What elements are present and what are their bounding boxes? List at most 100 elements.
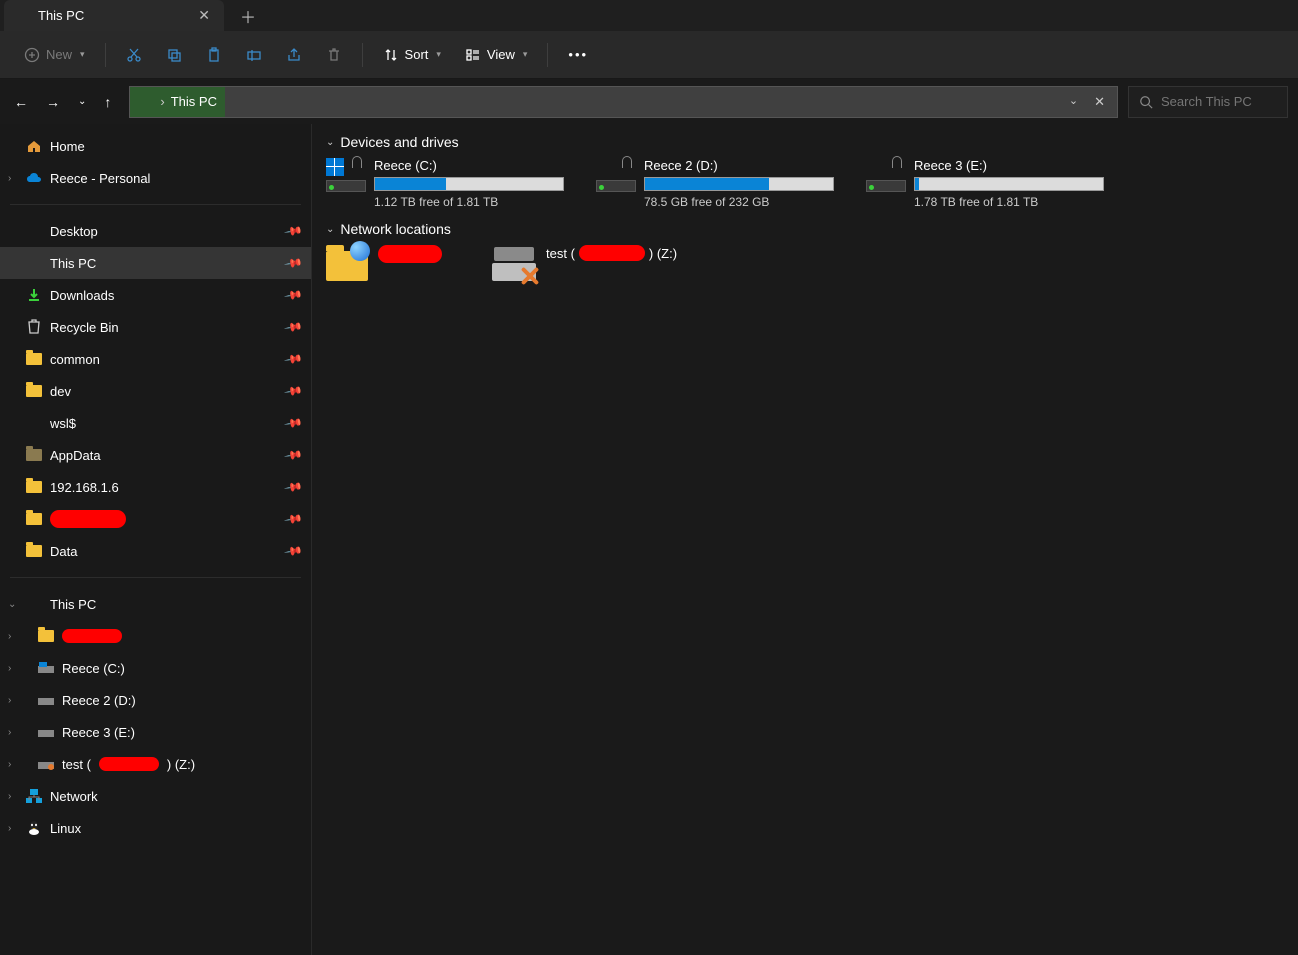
search-input[interactable] (1161, 94, 1271, 109)
section-devices[interactable]: ⌄ Devices and drives (326, 134, 1284, 150)
forward-button[interactable]: → (46, 94, 60, 110)
sidebar-wsl[interactable]: wsl$📌 (0, 407, 311, 439)
linux-icon (26, 820, 42, 836)
bin-icon (26, 319, 42, 335)
redacted-label (99, 757, 159, 771)
chevron-down-icon: ▾ (523, 49, 528, 60)
sidebar-home[interactable]: Home (0, 130, 311, 162)
back-button[interactable]: ← (14, 94, 28, 110)
sidebar: Home › Reece - Personal Desktop📌 This PC… (0, 124, 312, 955)
storage-bar (374, 177, 564, 191)
expand-icon[interactable]: › (8, 663, 11, 674)
breadcrumb-this-pc[interactable]: › This PC (130, 87, 225, 117)
disconnected-drive-icon (492, 245, 536, 281)
collapse-icon[interactable]: ⌄ (8, 599, 16, 610)
pin-icon: 📌 (283, 477, 303, 497)
address-refresh-icon[interactable]: ✕ (1094, 94, 1105, 110)
search-icon (1139, 95, 1153, 109)
monitor-icon (26, 415, 42, 431)
sidebar-onedrive[interactable]: › Reece - Personal (0, 162, 311, 194)
sort-button[interactable]: Sort ▾ (373, 41, 451, 69)
copy-icon (166, 47, 182, 63)
folder-icon (26, 351, 42, 367)
up-button[interactable]: ↑ (104, 94, 111, 110)
sidebar-dev[interactable]: dev📌 (0, 375, 311, 407)
expand-icon[interactable]: › (8, 823, 11, 834)
network-location-1[interactable] (326, 245, 442, 281)
tree-drive-d[interactable]: ›Reece 2 (D:) (0, 684, 311, 716)
storage-bar (914, 177, 1104, 191)
drive-item[interactable]: Reece (C:) 1.12 TB free of 1.81 TB (326, 158, 576, 209)
paste-button[interactable] (196, 41, 232, 69)
network-location-2[interactable]: test ( ) (Z:) (492, 245, 677, 281)
folder-icon (26, 543, 42, 559)
expand-icon[interactable]: › (8, 631, 11, 642)
tree-drive-z[interactable]: ›test () (Z:) (0, 748, 311, 780)
pin-icon: 📌 (283, 445, 303, 465)
sidebar-downloads[interactable]: Downloads📌 (0, 279, 311, 311)
drive-free-text: 1.12 TB free of 1.81 TB (374, 195, 576, 209)
sidebar-recycle-bin[interactable]: Recycle Bin📌 (0, 311, 311, 343)
expand-icon[interactable]: › (8, 173, 11, 184)
sidebar-appdata[interactable]: AppData📌 (0, 439, 311, 471)
drive-name: Reece (C:) (374, 158, 576, 173)
redacted-label (62, 629, 122, 643)
storage-bar (644, 177, 834, 191)
view-icon (465, 47, 481, 63)
drive-item[interactable]: Reece 3 (E:)1.78 TB free of 1.81 TB (866, 158, 1116, 209)
sidebar-redacted-folder[interactable]: 📌 (0, 503, 311, 535)
this-pc-icon (14, 9, 30, 23)
expand-icon[interactable]: › (8, 791, 11, 802)
rename-button[interactable] (236, 41, 272, 69)
expand-icon[interactable]: › (8, 759, 11, 770)
drive-icon (38, 724, 54, 740)
sidebar-this-pc[interactable]: This PC📌 (0, 247, 311, 279)
tree-redacted[interactable]: › (0, 620, 311, 652)
folder-icon (26, 383, 42, 399)
folder-icon (26, 447, 42, 463)
drive-icon (38, 660, 54, 676)
drive-item[interactable]: Reece 2 (D:)78.5 GB free of 232 GB (596, 158, 846, 209)
rename-icon (246, 47, 262, 63)
tree-linux[interactable]: ›Linux (0, 812, 311, 844)
expand-icon[interactable]: › (8, 727, 11, 738)
view-button[interactable]: View ▾ (455, 41, 537, 69)
tab-title: This PC (38, 8, 84, 23)
main-content: ⌄ Devices and drives Reece (C:) 1.12 TB f… (312, 124, 1298, 955)
tree-this-pc[interactable]: ⌄This PC (0, 588, 311, 620)
home-icon (26, 138, 42, 154)
pin-icon: 📌 (283, 541, 303, 561)
section-network[interactable]: ⌄ Network locations (326, 221, 1284, 237)
download-icon (26, 287, 42, 303)
recent-dropdown[interactable]: ⌄ (78, 96, 86, 107)
tree-drive-c[interactable]: ›Reece (C:) (0, 652, 311, 684)
tab-this-pc[interactable]: This PC ✕ (4, 0, 224, 31)
plus-circle-icon (24, 47, 40, 63)
tree-drive-e[interactable]: ›Reece 3 (E:) (0, 716, 311, 748)
address-bar[interactable]: › This PC ⌄ ✕ (129, 86, 1118, 118)
onedrive-icon (26, 170, 42, 186)
tree-network[interactable]: ›Network (0, 780, 311, 812)
new-button[interactable]: New ▾ (14, 41, 95, 69)
share-button[interactable] (276, 41, 312, 69)
sidebar-common[interactable]: common📌 (0, 343, 311, 375)
network-folder-icon (326, 245, 368, 281)
network-drive-icon (38, 756, 54, 772)
redacted-label (378, 245, 442, 263)
monitor-icon (26, 255, 42, 271)
sidebar-ip-folder[interactable]: 192.168.1.6📌 (0, 471, 311, 503)
sidebar-data[interactable]: Data📌 (0, 535, 311, 567)
drive-icon (326, 158, 366, 192)
new-tab-button[interactable]: ＋ (224, 4, 272, 28)
sidebar-desktop[interactable]: Desktop📌 (0, 215, 311, 247)
cut-button[interactable] (116, 41, 152, 69)
more-button[interactable]: ••• (558, 41, 598, 68)
chevron-down-icon: ⌄ (326, 224, 334, 235)
delete-button[interactable] (316, 41, 352, 69)
expand-icon[interactable]: › (8, 695, 11, 706)
copy-button[interactable] (156, 41, 192, 69)
close-tab-icon[interactable]: ✕ (198, 7, 210, 24)
address-dropdown-icon[interactable]: ⌄ (1069, 94, 1078, 110)
network-folder-icon (26, 479, 42, 495)
search-box[interactable] (1128, 86, 1288, 118)
